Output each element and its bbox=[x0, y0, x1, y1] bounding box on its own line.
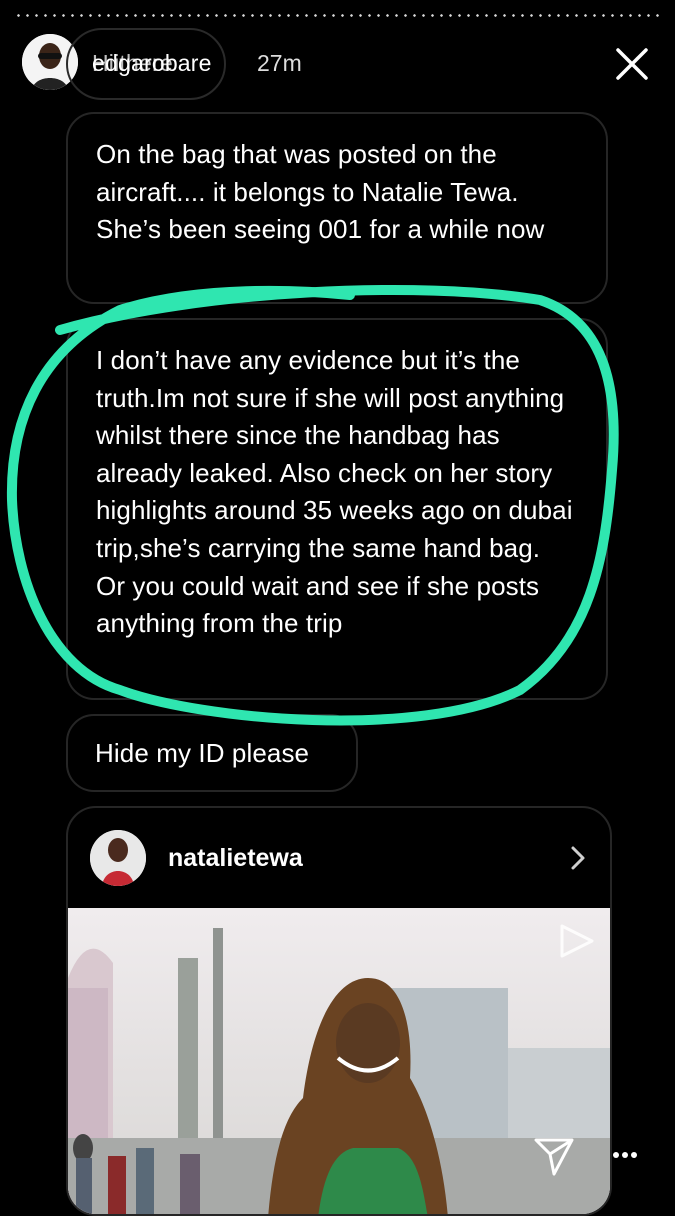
message-text: Hide my ID please bbox=[95, 738, 310, 768]
username-area[interactable]: edgarobare Hiithere bbox=[66, 28, 226, 100]
post-photo bbox=[68, 908, 610, 1214]
more-icon[interactable] bbox=[612, 1150, 638, 1160]
username-overlay-text: Hiithere bbox=[92, 50, 173, 76]
username[interactable]: edgarobare Hiithere bbox=[92, 50, 212, 77]
message-text: I don’t have any evidence but it’s the t… bbox=[96, 345, 573, 563]
message-bubble: I don’t have any evidence but it’s the t… bbox=[66, 318, 608, 700]
message-text: Or you could wait and see if she posts a… bbox=[96, 570, 540, 639]
send-icon[interactable] bbox=[532, 1134, 576, 1178]
story-header: edgarobare Hiithere 27m bbox=[22, 28, 652, 100]
chevron-right-icon[interactable] bbox=[568, 844, 588, 872]
story-progress-bar bbox=[14, 14, 661, 17]
message-bubble: On the bag that was posted on the aircra… bbox=[66, 112, 608, 304]
shared-post-image[interactable] bbox=[68, 908, 610, 1214]
shared-post-username[interactable]: natalietewa bbox=[168, 844, 303, 873]
story-time: 27m bbox=[257, 50, 302, 76]
shared-post-card[interactable]: natalietewa bbox=[66, 806, 612, 1216]
message-text: On the bag that was posted on the aircra… bbox=[96, 139, 545, 245]
shared-post-avatar-image bbox=[90, 830, 146, 886]
close-icon[interactable] bbox=[612, 44, 652, 84]
shared-post-avatar[interactable] bbox=[90, 830, 146, 886]
message-bubble: Hide my ID please bbox=[66, 714, 358, 792]
